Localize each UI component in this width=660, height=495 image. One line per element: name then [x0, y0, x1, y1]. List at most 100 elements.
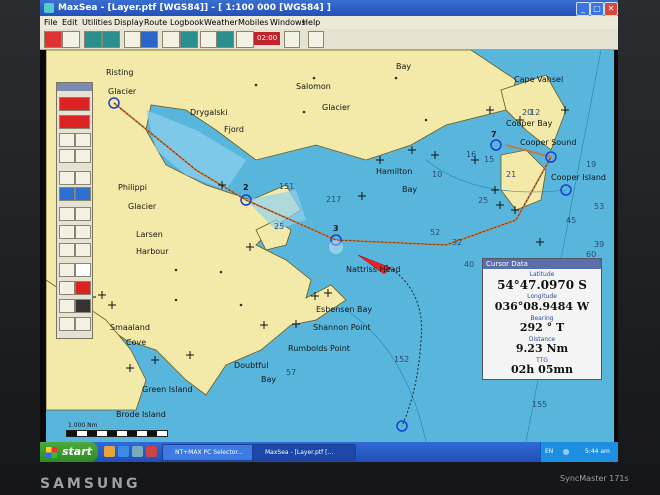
clock-icon[interactable] — [236, 31, 254, 48]
palette-fill-white-icon[interactable] — [75, 263, 91, 277]
palette-pan-icon[interactable] — [59, 149, 75, 163]
depth-sounding: 155 — [532, 400, 548, 409]
menu-weather[interactable]: Weather — [204, 16, 238, 29]
pencil-tool-icon[interactable] — [44, 31, 62, 48]
monitor-model: SyncMaster 171s — [560, 474, 629, 483]
place-label: Smaaland — [110, 323, 150, 332]
place-label: Cape Vahsel — [514, 75, 564, 84]
cursor-data-title[interactable]: Cursor Data — [483, 259, 601, 269]
place-label: Doubtful — [234, 361, 269, 370]
depth-sounding: 57 — [286, 368, 297, 377]
task-maxsea[interactable]: MaxSea - [Layer.ptf [... — [252, 444, 356, 461]
quicklaunch-ie-icon[interactable] — [118, 446, 129, 457]
depth-sounding: 32 — [452, 238, 463, 247]
palette-target-icon[interactable] — [75, 187, 91, 201]
palette-zoom-icon[interactable] — [59, 97, 90, 111]
palette-layer-icon[interactable] — [59, 317, 75, 331]
start-label: start — [62, 445, 92, 458]
vessel-track — [385, 264, 423, 427]
tray-network-icon[interactable] — [563, 449, 569, 455]
chart-layer2-icon[interactable] — [102, 31, 120, 48]
palette-line-icon[interactable] — [59, 207, 75, 221]
place-label: Esbensen Bay — [316, 305, 373, 314]
depth-sounding: 15 — [484, 155, 495, 164]
quicklaunch-app-icon[interactable] — [146, 446, 157, 457]
close-button[interactable]: ✕ — [604, 2, 618, 16]
nautical-chart[interactable]: Risting Glacier Drygalski Fjord Salomon … — [46, 50, 614, 442]
maximize-button[interactable]: □ — [590, 2, 604, 16]
minimize-button[interactable]: _ — [576, 2, 590, 16]
time-step-field[interactable]: 02:00 — [254, 32, 281, 45]
menu-logbook[interactable]: Logbook — [170, 16, 204, 29]
waypoint-number: 3 — [333, 224, 339, 233]
color-chart-icon[interactable] — [140, 31, 158, 48]
palette-color-icon[interactable] — [75, 225, 91, 239]
chart-layer-icon[interactable] — [84, 31, 102, 48]
palette-fill-red-icon[interactable] — [75, 281, 91, 295]
place-label: Rumbolds Point — [288, 344, 350, 353]
palette-eraser-icon[interactable] — [75, 243, 91, 257]
place-label: Bay — [261, 375, 277, 384]
palette-pattern-icon[interactable] — [75, 299, 91, 313]
place-label: Fjord — [224, 125, 244, 134]
title-bar: MaxSea - [Layer.ptf [WGS84]] - [ 1:100 0… — [40, 0, 618, 16]
palette-pen-icon[interactable] — [59, 243, 75, 257]
palette-hand-icon[interactable] — [75, 149, 91, 163]
palette-zoom-in-icon[interactable] — [59, 133, 75, 147]
menu-edit[interactable]: Edit — [62, 16, 78, 29]
place-label: Drygalski — [190, 108, 228, 117]
palette-pencil-icon[interactable] — [59, 115, 90, 129]
screen: MaxSea - [Layer.ptf [WGS84]] - [ 1:100 0… — [40, 0, 618, 462]
longitude-label: Longitude — [527, 293, 557, 300]
place-label: Hamilton — [376, 167, 413, 176]
palette-print-icon[interactable] — [75, 317, 91, 331]
next-arrow-icon[interactable] — [308, 31, 324, 48]
distance-value: 9.23 Nm — [515, 342, 569, 355]
place-label: Bay — [396, 62, 412, 71]
palette-zoom-out-icon[interactable] — [75, 133, 91, 147]
bearing-value: 292 ° T — [519, 321, 565, 334]
task-nt-max-selector[interactable]: NT+MAX PC Selector... — [162, 444, 262, 461]
palette-waypoint-icon[interactable] — [75, 171, 91, 185]
maxsea-app-icon — [44, 3, 54, 13]
depth-sounding: 19 — [586, 160, 597, 169]
palette-scissors-icon[interactable] — [59, 225, 75, 239]
scale-bar-label: 1.000 Nm — [68, 422, 98, 429]
place-label: Cove — [126, 338, 147, 347]
depth-sounding: 25 — [274, 222, 285, 231]
place-label: Bay — [402, 185, 418, 194]
overlay-icon[interactable] — [180, 31, 198, 48]
menu-help[interactable]: Help — [302, 16, 320, 29]
menu-windows[interactable]: Windows — [270, 16, 306, 29]
place-label: Glacier — [128, 202, 157, 211]
language-indicator[interactable]: EN — [545, 442, 553, 462]
palette-mark-icon[interactable] — [59, 187, 75, 201]
palette-select-icon[interactable] — [59, 263, 75, 277]
previous-arrow-icon[interactable] — [284, 31, 300, 48]
ttg-value: 02h 05mn — [510, 363, 574, 376]
weather-icon[interactable] — [216, 31, 234, 48]
palette-header[interactable] — [57, 83, 92, 91]
quicklaunch-folder-icon[interactable] — [104, 446, 115, 457]
palette-route-icon[interactable] — [59, 171, 75, 185]
palette-text-icon[interactable] — [59, 281, 75, 295]
palette-brush-icon[interactable] — [75, 207, 91, 221]
place-label: Green Island — [142, 385, 193, 394]
menu-route[interactable]: Route — [144, 16, 167, 29]
waypoint-number: 2 — [243, 183, 249, 192]
longitude-value: 036°08.9484 W — [494, 300, 590, 313]
menu-display[interactable]: Display — [114, 16, 144, 29]
depth-sounding: 21 — [506, 170, 517, 179]
menu-file[interactable]: File — [44, 16, 57, 29]
north-up-icon[interactable] — [162, 31, 180, 48]
waypoint-marker[interactable] — [490, 139, 502, 151]
palette-line-style-icon[interactable] — [59, 299, 75, 313]
route-tool-icon[interactable] — [62, 31, 80, 48]
clock[interactable]: 5:44 am — [585, 442, 610, 462]
start-button[interactable]: start — [40, 442, 98, 462]
depth-sounding: 16 — [466, 150, 477, 159]
menu-utilities[interactable]: Utilities — [82, 16, 112, 29]
quicklaunch-desktop-icon[interactable] — [132, 446, 143, 457]
depth-sounding: 40 — [464, 260, 475, 269]
menu-mobiles[interactable]: Mobiles — [238, 16, 268, 29]
